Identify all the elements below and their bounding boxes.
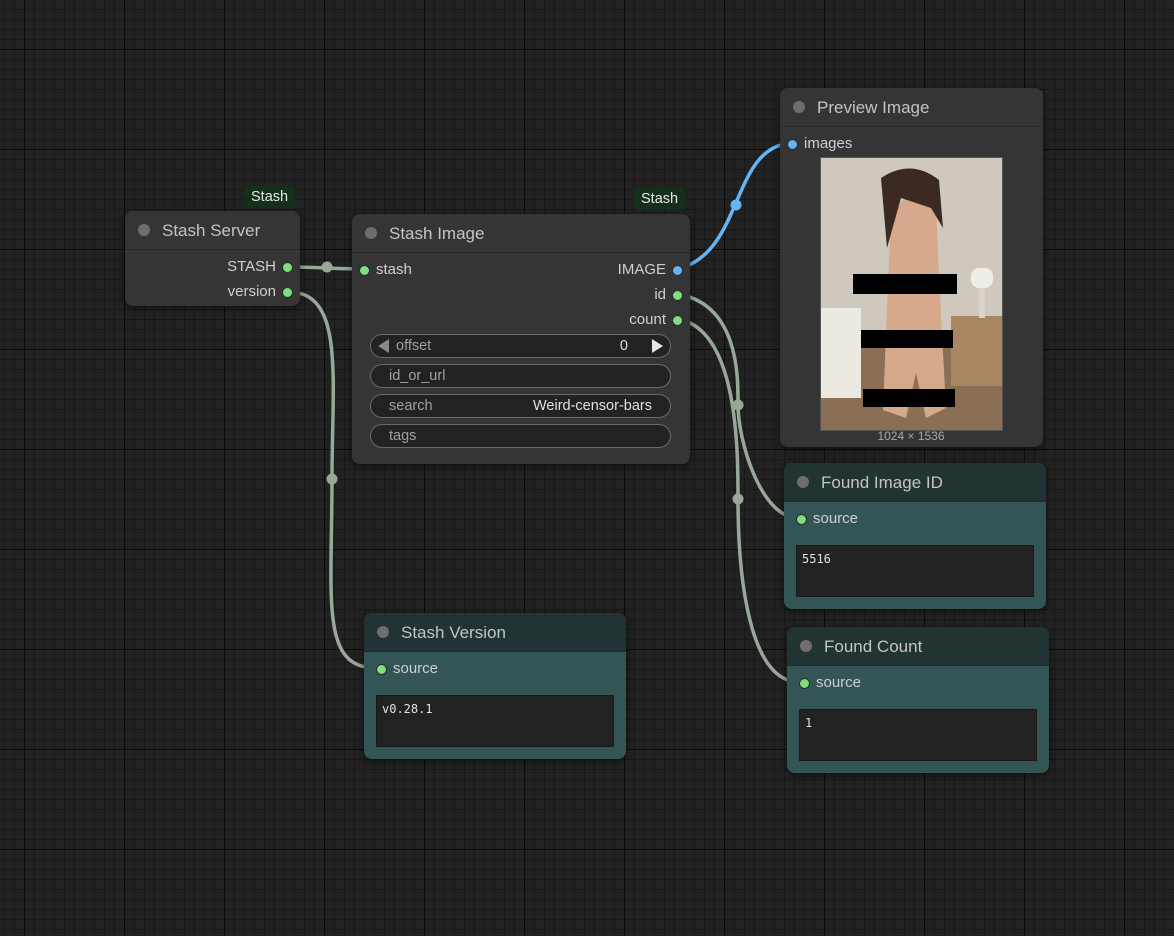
- widget-label: offset: [396, 338, 432, 354]
- stash-server-node[interactable]: Stash Server STASH version: [125, 211, 300, 306]
- node-title: Preview Image: [817, 98, 930, 117]
- input-socket-icon[interactable]: [376, 663, 387, 675]
- collapse-dot-icon[interactable]: [138, 224, 150, 236]
- collapse-dot-icon[interactable]: [365, 227, 377, 239]
- node-badge: Stash: [634, 187, 686, 210]
- widget-value: Weird-censor-bars: [533, 398, 652, 414]
- node-title: Stash Image: [389, 224, 485, 243]
- output-socket-icon[interactable]: [282, 261, 293, 273]
- input-socket-icon[interactable]: [359, 264, 370, 276]
- found-image-id-node[interactable]: Found Image ID source 5516: [784, 463, 1046, 609]
- output-socket-icon[interactable]: [672, 314, 683, 326]
- slot-label: STASH: [227, 258, 276, 275]
- output-socket-icon[interactable]: [672, 264, 683, 276]
- widget-label: tags: [389, 428, 417, 444]
- found-count-node[interactable]: Found Count source 1: [787, 627, 1049, 773]
- output-slot-id[interactable]: id: [654, 286, 690, 303]
- collapse-dot-icon[interactable]: [377, 626, 389, 638]
- node-title-bar[interactable]: Found Image ID: [784, 463, 1046, 502]
- preview-image-node[interactable]: Preview Image images 1024 × 1536: [780, 88, 1043, 447]
- output-socket-icon[interactable]: [282, 286, 293, 298]
- slot-label: version: [227, 283, 276, 300]
- collapse-dot-icon[interactable]: [793, 101, 805, 113]
- increment-arrow-icon[interactable]: [652, 339, 663, 353]
- node-title: Stash Server: [162, 221, 261, 240]
- search-text-widget[interactable]: search Weird-censor-bars: [370, 394, 671, 418]
- slot-label: IMAGE: [617, 261, 666, 278]
- preview-image-graphic: [821, 158, 1002, 430]
- link-center-marker[interactable]: [732, 493, 744, 505]
- input-slot-source[interactable]: source: [369, 660, 438, 677]
- stash-version-node[interactable]: Stash Version source v0.28.1: [364, 613, 626, 759]
- stash-image-node[interactable]: Stash Image stash IMAGE id count offset …: [352, 214, 690, 464]
- input-socket-icon[interactable]: [796, 513, 807, 525]
- output-socket-icon[interactable]: [672, 289, 683, 301]
- link-center-marker[interactable]: [326, 473, 338, 485]
- display-text-area[interactable]: 5516: [796, 545, 1034, 597]
- offset-number-widget[interactable]: offset 0: [370, 334, 671, 358]
- link-center-marker[interactable]: [321, 261, 333, 273]
- node-title-bar[interactable]: Stash Server: [125, 211, 300, 250]
- slot-label: count: [629, 311, 666, 328]
- preview-image[interactable]: [820, 157, 1003, 431]
- id-or-url-text-widget[interactable]: id_or_url: [370, 364, 671, 388]
- link-center-marker[interactable]: [730, 199, 742, 211]
- collapse-dot-icon[interactable]: [797, 476, 809, 488]
- output-slot-image[interactable]: IMAGE: [618, 261, 690, 278]
- slot-label: stash: [376, 261, 412, 278]
- output-slot-count[interactable]: count: [629, 311, 690, 328]
- node-title-bar[interactable]: Stash Image: [352, 214, 690, 253]
- slot-label: id: [654, 286, 666, 303]
- slot-label: images: [804, 135, 853, 152]
- node-badge: Stash: [244, 185, 296, 208]
- node-title: Found Count: [824, 637, 923, 656]
- slot-label: source: [813, 510, 859, 527]
- node-title-bar[interactable]: Stash Version: [364, 613, 626, 652]
- slot-label: source: [393, 660, 439, 677]
- input-slot-source[interactable]: source: [789, 510, 858, 527]
- display-text-area[interactable]: 1: [799, 709, 1037, 761]
- node-title-bar[interactable]: Preview Image: [780, 88, 1043, 127]
- node-title-bar[interactable]: Found Count: [787, 627, 1049, 666]
- link-center-marker[interactable]: [732, 399, 744, 411]
- image-dimensions-label: 1024 × 1536: [877, 429, 945, 443]
- node-title: Stash Version: [401, 623, 506, 642]
- slot-label: source: [816, 674, 862, 691]
- widget-label: id_or_url: [389, 368, 446, 384]
- node-title: Found Image ID: [821, 473, 943, 492]
- input-slot-source[interactable]: source: [792, 674, 861, 691]
- input-socket-icon[interactable]: [787, 138, 798, 150]
- decrement-arrow-icon[interactable]: [378, 339, 389, 353]
- output-slot-version[interactable]: version: [228, 283, 300, 300]
- tags-text-widget[interactable]: tags: [370, 424, 671, 448]
- output-slot-stash[interactable]: STASH: [227, 258, 300, 275]
- widget-value: 0: [619, 338, 628, 354]
- display-text-area[interactable]: v0.28.1: [376, 695, 614, 747]
- collapse-dot-icon[interactable]: [800, 640, 812, 652]
- input-slot-stash[interactable]: stash: [352, 261, 412, 278]
- widget-label: search: [389, 398, 433, 414]
- input-socket-icon[interactable]: [799, 677, 810, 689]
- input-slot-images[interactable]: images: [780, 135, 852, 152]
